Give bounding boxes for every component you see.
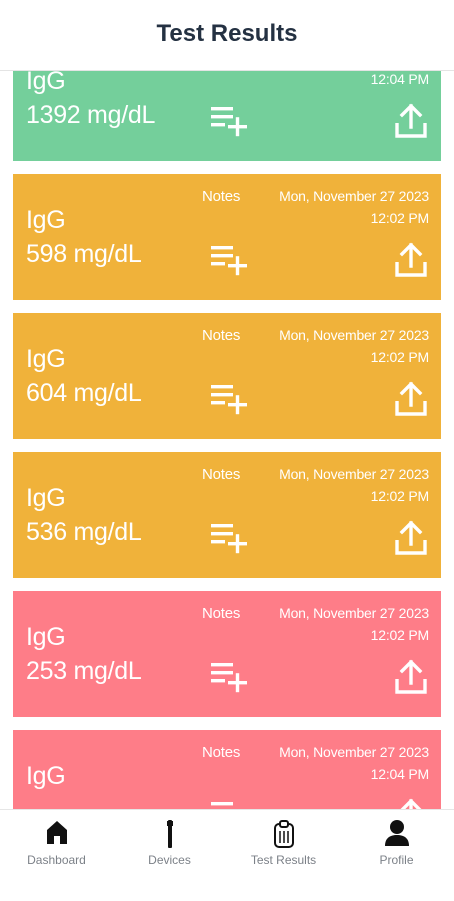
result-card[interactable]: Notes Mon, November 27 2023 12:02 PM IgG… bbox=[13, 452, 441, 578]
playlist-add-icon bbox=[211, 107, 247, 137]
person-icon bbox=[384, 820, 409, 846]
tab-dashboard[interactable]: Dashboard bbox=[0, 810, 113, 880]
test-value: 536 mg/dL bbox=[26, 518, 142, 546]
add-note-button[interactable] bbox=[211, 384, 251, 416]
share-upload-icon bbox=[395, 103, 427, 138]
notes-label[interactable]: Notes bbox=[202, 744, 240, 761]
result-date: Mon, November 27 2023 bbox=[279, 327, 429, 343]
clipboard-icon bbox=[273, 820, 294, 848]
result-card[interactable]: Notes Mon, November 27 2023 12:04 PM IgG bbox=[13, 730, 441, 809]
result-time: 12:04 PM bbox=[370, 71, 430, 87]
playlist-add-icon bbox=[211, 802, 233, 806]
result-time: 12:02 PM bbox=[370, 627, 430, 643]
share-button[interactable] bbox=[394, 381, 428, 417]
tab-test-results[interactable]: Test Results bbox=[227, 810, 340, 880]
result-time: 12:04 PM bbox=[370, 766, 430, 782]
result-card[interactable]: Notes Mon, November 27 2023 12:02 PM IgG… bbox=[13, 591, 441, 717]
notes-label[interactable]: Notes bbox=[202, 327, 240, 344]
share-button[interactable] bbox=[394, 659, 428, 695]
results-list[interactable]: 12:04 PM IgG 1392 mg/dL Notes Mon, Novem… bbox=[0, 71, 454, 809]
test-name: IgG bbox=[26, 623, 66, 651]
share-upload-icon bbox=[395, 242, 427, 277]
result-card[interactable]: Notes Mon, November 27 2023 12:02 PM IgG… bbox=[13, 174, 441, 300]
test-name: IgG bbox=[26, 206, 66, 234]
result-card[interactable]: Notes Mon, November 27 2023 12:02 PM IgG… bbox=[13, 313, 441, 439]
test-value: 598 mg/dL bbox=[26, 240, 142, 268]
share-button[interactable] bbox=[394, 798, 428, 809]
share-button[interactable] bbox=[394, 103, 428, 139]
add-note-button[interactable] bbox=[211, 662, 251, 694]
add-note-button[interactable] bbox=[211, 106, 251, 138]
share-upload-icon bbox=[395, 659, 427, 694]
bottom-tab-bar: Dashboard Devices Test Results Profile bbox=[0, 809, 454, 901]
add-note-button[interactable] bbox=[211, 245, 251, 277]
test-value: 604 mg/dL bbox=[26, 379, 142, 407]
page-title: Test Results bbox=[156, 20, 298, 47]
share-upload-icon bbox=[395, 520, 427, 555]
test-name: IgG bbox=[26, 762, 66, 790]
result-time: 12:02 PM bbox=[370, 488, 430, 504]
tab-label: Devices bbox=[148, 853, 191, 867]
share-upload-icon bbox=[395, 381, 427, 416]
add-note-button[interactable] bbox=[211, 801, 251, 809]
test-name: IgG bbox=[26, 71, 66, 95]
test-value: 253 mg/dL bbox=[26, 657, 142, 685]
test-name: IgG bbox=[26, 484, 66, 512]
playlist-add-icon bbox=[211, 524, 247, 554]
device-icon bbox=[166, 820, 173, 848]
test-name: IgG bbox=[26, 345, 66, 373]
tab-profile[interactable]: Profile bbox=[340, 810, 453, 880]
tab-label: Profile bbox=[379, 853, 414, 867]
result-date: Mon, November 27 2023 bbox=[279, 744, 429, 760]
playlist-add-icon bbox=[211, 385, 247, 415]
share-button[interactable] bbox=[394, 242, 428, 278]
test-value: 1392 mg/dL bbox=[26, 101, 156, 129]
share-upload-icon bbox=[400, 798, 422, 809]
result-date: Mon, November 27 2023 bbox=[279, 466, 429, 482]
result-card[interactable]: 12:04 PM IgG 1392 mg/dL bbox=[13, 71, 441, 161]
result-date: Mon, November 27 2023 bbox=[279, 605, 429, 621]
app-header: Test Results bbox=[0, 0, 454, 71]
result-time: 12:02 PM bbox=[370, 210, 430, 226]
playlist-add-icon bbox=[211, 246, 247, 276]
notes-label[interactable]: Notes bbox=[202, 466, 240, 483]
tab-label: Dashboard bbox=[27, 853, 86, 867]
notes-label[interactable]: Notes bbox=[202, 605, 240, 622]
share-button[interactable] bbox=[394, 520, 428, 556]
home-icon bbox=[46, 821, 67, 844]
result-date: Mon, November 27 2023 bbox=[279, 188, 429, 204]
tab-devices[interactable]: Devices bbox=[113, 810, 226, 880]
result-time: 12:02 PM bbox=[370, 349, 430, 365]
add-note-button[interactable] bbox=[211, 523, 251, 555]
tab-label: Test Results bbox=[250, 853, 317, 867]
playlist-add-icon bbox=[211, 663, 247, 693]
notes-label[interactable]: Notes bbox=[202, 188, 240, 205]
